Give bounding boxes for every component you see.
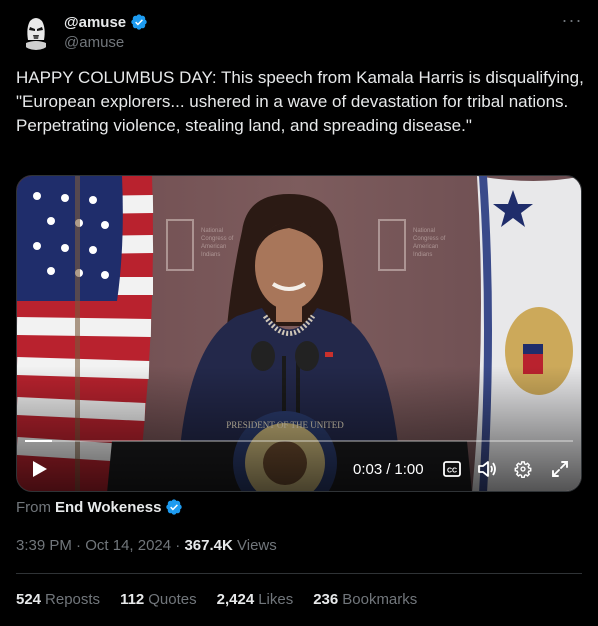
verified-badge-icon (165, 498, 183, 516)
play-icon[interactable] (27, 452, 53, 486)
video-progress-fill (25, 440, 53, 442)
stormtrooper-avatar-icon (16, 10, 56, 50)
meta-dot: · (76, 537, 82, 554)
quotes-stat[interactable]: 112 Quotes (120, 591, 197, 608)
video-controls: 0:03 / 1:00 CC (17, 452, 581, 486)
reposts-stat[interactable]: 524 Reposts (16, 591, 100, 608)
views-label: Views (237, 537, 277, 554)
views-count: 367.4K (184, 537, 233, 554)
verified-badge-icon (130, 13, 148, 31)
tweet-detail: @amuse @amuse ··· HAPPY COLUMBUS DAY: Th… (0, 0, 598, 626)
video-frame: National Congress of American Indians Na… (17, 176, 581, 491)
video-time-separator: / (386, 460, 391, 478)
from-source-link[interactable]: End Wokeness (55, 499, 161, 516)
bookmarks-label: Bookmarks (342, 591, 418, 608)
author-avatar[interactable] (16, 10, 56, 50)
closed-captions-icon[interactable]: CC (440, 452, 464, 486)
likes-count: 2,424 (216, 591, 255, 608)
video-duration: 1:00 (394, 460, 424, 478)
bookmarks-stat[interactable]: 236 Bookmarks (313, 591, 417, 608)
video-progress-bar[interactable] (25, 440, 573, 442)
tweet-text: HAPPY COLUMBUS DAY: This speech from Kam… (16, 68, 589, 135)
more-options-icon[interactable]: ··· (556, 10, 588, 34)
settings-gear-icon[interactable] (511, 452, 535, 486)
reposts-count: 524 (16, 591, 42, 608)
likes-stat[interactable]: 2,424 Likes (217, 591, 294, 608)
engagement-stats: 524 Reposts 112 Quotes 2,424 Likes 236 Bookm… (16, 591, 417, 608)
video-player[interactable]: National Congress of American Indians Na… (16, 175, 582, 492)
quotes-label: Quotes (148, 591, 197, 608)
author-display-name[interactable]: @amuse (64, 14, 126, 31)
video-time: 0:03 / 1:00 (353, 452, 424, 486)
bookmarks-count: 236 (313, 591, 339, 608)
author-name-row[interactable]: @amuse (64, 13, 148, 31)
tweet-date[interactable]: Oct 14, 2024 (85, 537, 171, 554)
reposts-label: Reposts (45, 591, 101, 608)
tweet-meta: 3:39 PM · Oct 14, 2024 · 367.4K Views (16, 537, 277, 554)
divider (16, 573, 582, 574)
quotes-count: 112 (120, 591, 145, 608)
video-current-time: 0:03 (353, 460, 383, 478)
svg-text:CC: CC (447, 468, 457, 475)
fullscreen-icon[interactable] (547, 452, 573, 486)
from-source-row: From End Wokeness (16, 498, 183, 516)
author-handle[interactable]: @amuse (64, 34, 124, 51)
meta-dot: · (175, 537, 181, 554)
from-prefix: From (16, 498, 51, 516)
tweet-time[interactable]: 3:39 PM (16, 537, 72, 554)
likes-label: Likes (258, 591, 294, 608)
volume-icon[interactable] (475, 452, 499, 486)
